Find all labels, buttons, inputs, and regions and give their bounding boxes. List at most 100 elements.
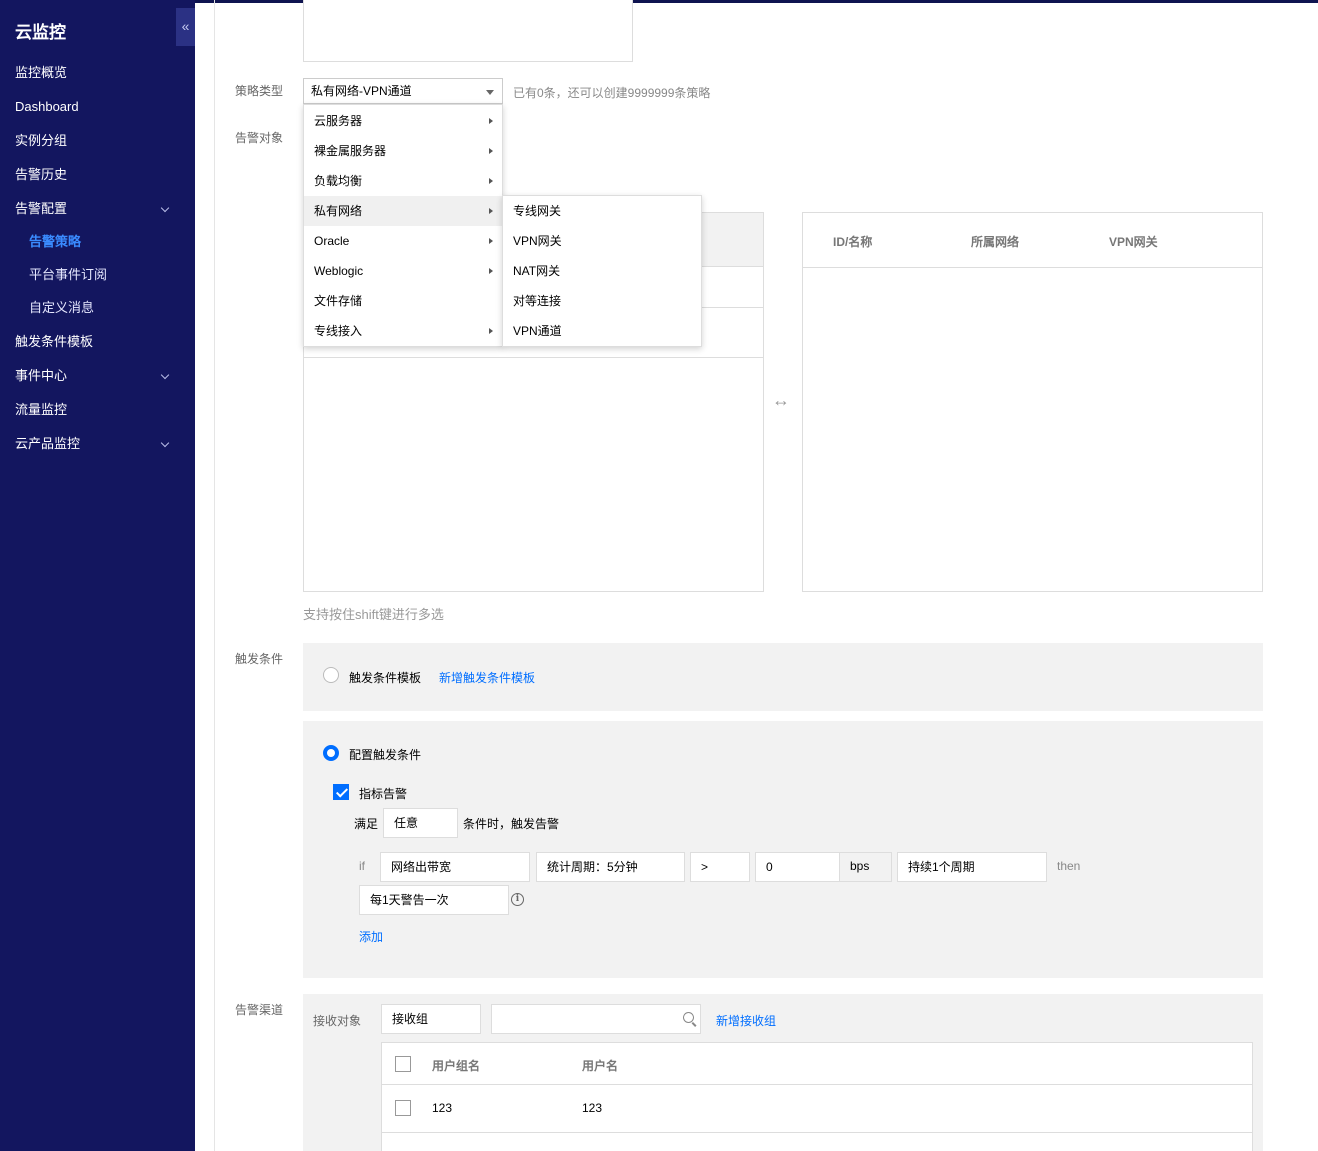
submenu-item-dc-gateway[interactable]: 专线网关 <box>503 196 701 226</box>
menu-item-bare-metal[interactable]: 裸金属服务器 <box>304 136 502 166</box>
menu-item-label: 专线网关 <box>513 204 562 218</box>
threshold-input[interactable]: 0 <box>755 852 840 882</box>
threshold-unit: bps <box>839 852 892 882</box>
trigger-template-panel: 触发条件模板 新增触发条件模板 <box>303 643 1263 711</box>
configure-trigger-option-label: 配置触发条件 <box>349 748 422 762</box>
submenu-item-vpn-tunnel[interactable]: VPN通道 <box>503 316 701 346</box>
configure-trigger-panel: 配置触发条件 指标告警 满足 任意 条件时，触发告警 if 网络出带宽 统计周期… <box>303 721 1263 978</box>
row-user-name: 123 <box>582 1101 603 1115</box>
metric-alarm-label: 指标告警 <box>359 787 408 801</box>
column-header-user-name: 用户名 <box>582 1059 619 1073</box>
sidebar-item-label: 监控概览 <box>15 65 68 80</box>
multi-select-hint: 支持按住shift键进行多选 <box>303 607 444 622</box>
column-header-vpn-gateway: VPN网关 <box>1109 235 1158 249</box>
then-label: then <box>1057 859 1081 873</box>
sidebar-item-label: 告警策略 <box>29 234 82 249</box>
period-select[interactable]: 统计周期：5分钟 <box>536 852 685 882</box>
menu-item-vpc[interactable]: 私有网络 <box>304 196 502 226</box>
row-checkbox[interactable] <box>395 1100 411 1116</box>
sidebar-item-label: 自定义消息 <box>29 300 95 315</box>
sidebar-title: 云监控 <box>15 23 66 42</box>
policy-type-label: 策略类型 <box>235 84 284 98</box>
menu-item-label: 文件存储 <box>314 294 363 308</box>
menu-item-oracle[interactable]: Oracle <box>304 226 502 256</box>
table-row[interactable]: 123 123 <box>382 1085 1252 1132</box>
content-divider <box>214 0 215 1151</box>
trigger-template-radio[interactable] <box>323 667 339 683</box>
vpc-submenu: 专线网关 VPN网关 NAT网关 对等连接 VPN通道 <box>502 195 702 347</box>
sidebar-item-label: 告警配置 <box>15 201 68 216</box>
menu-item-label: NAT网关 <box>513 264 561 278</box>
selected-instances-panel: ID/名称 所属网络 VPN网关 <box>802 212 1263 592</box>
menu-item-cvm[interactable]: 云服务器 <box>304 106 502 136</box>
menu-item-load-balancer[interactable]: 负载均衡 <box>304 166 502 196</box>
divider <box>803 267 1262 268</box>
menu-item-weblogic[interactable]: Weblogic <box>304 256 502 286</box>
chevron-down-icon <box>160 370 170 380</box>
menu-item-label: VPN通道 <box>513 324 562 338</box>
menu-item-label: 云服务器 <box>314 114 363 128</box>
menu-item-label: 裸金属服务器 <box>314 144 387 158</box>
alarm-frequency-select[interactable]: 每1天警告一次 <box>359 885 509 915</box>
select-all-checkbox[interactable] <box>395 1056 411 1072</box>
sidebar-item-label: 实例分组 <box>15 133 68 148</box>
chevron-down-icon <box>160 203 170 213</box>
divider <box>382 1132 1252 1133</box>
menu-item-direct-connect[interactable]: 专线接入 <box>304 316 502 346</box>
description-textarea[interactable] <box>303 0 633 62</box>
trigger-condition-label: 触发条件 <box>235 652 284 666</box>
sidebar-item-label: 告警历史 <box>15 167 68 182</box>
column-header-network: 所属网络 <box>971 235 1020 249</box>
top-strip <box>0 0 1318 3</box>
new-receiver-group-link[interactable]: 新增接收组 <box>716 1012 776 1029</box>
search-icon[interactable] <box>683 1012 694 1023</box>
satisfy-prefix: 满足 <box>354 817 379 831</box>
sidebar-item-platform-event-subscription[interactable]: 平台事件订阅 <box>29 265 199 285</box>
sidebar-item-label: 平台事件订阅 <box>29 267 108 282</box>
submenu-item-vpn-gateway[interactable]: VPN网关 <box>503 226 701 256</box>
sidebar-item-alarm-config[interactable]: 告警配置 <box>15 199 185 219</box>
receiver-search-input[interactable] <box>491 1004 701 1034</box>
configure-trigger-radio[interactable] <box>323 745 339 761</box>
menu-item-label: VPN网关 <box>513 234 562 248</box>
sidebar: 云监控 « 监控概览 Dashboard 实例分组 告警历史 告警配置 告警策略… <box>0 0 195 1151</box>
duration-select[interactable]: 持续1个周期 <box>897 852 1047 882</box>
transfer-arrows-icon: ↔ <box>772 390 790 410</box>
menu-item-label: 负载均衡 <box>314 174 363 188</box>
submenu-item-nat-gateway[interactable]: NAT网关 <box>503 256 701 286</box>
satisfy-condition-select[interactable]: 任意 <box>383 808 458 838</box>
operator-select[interactable]: > <box>690 852 750 882</box>
policy-type-value: 私有网络-VPN通道 <box>311 84 412 98</box>
alarm-object-label: 告警对象 <box>235 131 284 145</box>
sidebar-item-instance-group[interactable]: 实例分组 <box>15 131 185 151</box>
sidebar-item-label: 流量监控 <box>15 402 68 417</box>
sidebar-item-event-center[interactable]: 事件中心 <box>15 366 185 386</box>
sidebar-item-dashboard[interactable]: Dashboard <box>15 97 185 117</box>
menu-item-file-storage[interactable]: 文件存储 <box>304 286 502 316</box>
metric-select[interactable]: 网络出带宽 <box>380 852 530 882</box>
sidebar-item-alarm-policy[interactable]: 告警策略 <box>29 232 199 252</box>
new-trigger-template-link[interactable]: 新增触发条件模板 <box>439 669 535 686</box>
column-header-group-name: 用户组名 <box>432 1059 481 1073</box>
add-condition-link[interactable]: 添加 <box>359 928 383 945</box>
sidebar-item-trigger-template[interactable]: 触发条件模板 <box>15 332 185 352</box>
alarm-channel-panel: 接收对象 接收组 新增接收组 用户组名 用户名 123 123 <box>303 994 1263 1151</box>
caret-right-icon <box>489 178 493 184</box>
menu-item-label: 专线接入 <box>314 324 363 338</box>
caret-right-icon <box>489 208 493 214</box>
sidebar-item-alarm-history[interactable]: 告警历史 <box>15 165 185 185</box>
satisfy-suffix: 条件时，触发告警 <box>463 817 560 831</box>
submenu-item-peering[interactable]: 对等连接 <box>503 286 701 316</box>
sidebar-item-monitor-overview[interactable]: 监控概览 <box>15 63 185 83</box>
info-icon[interactable]: i <box>511 893 524 906</box>
sidebar-item-custom-message[interactable]: 自定义消息 <box>29 298 199 318</box>
sidebar-item-label: 触发条件模板 <box>15 334 94 349</box>
receiver-type-select[interactable]: 接收组 <box>381 1004 481 1034</box>
sidebar-item-traffic-monitor[interactable]: 流量监控 <box>15 400 185 420</box>
metric-alarm-checkbox[interactable] <box>333 784 349 800</box>
menu-item-label: Oracle <box>314 234 350 248</box>
collapse-sidebar-icon[interactable]: « <box>176 8 195 46</box>
caret-down-icon <box>486 90 494 95</box>
sidebar-item-cloud-product-monitor[interactable]: 云产品监控 <box>15 434 185 454</box>
policy-type-select[interactable]: 私有网络-VPN通道 <box>303 78 503 104</box>
